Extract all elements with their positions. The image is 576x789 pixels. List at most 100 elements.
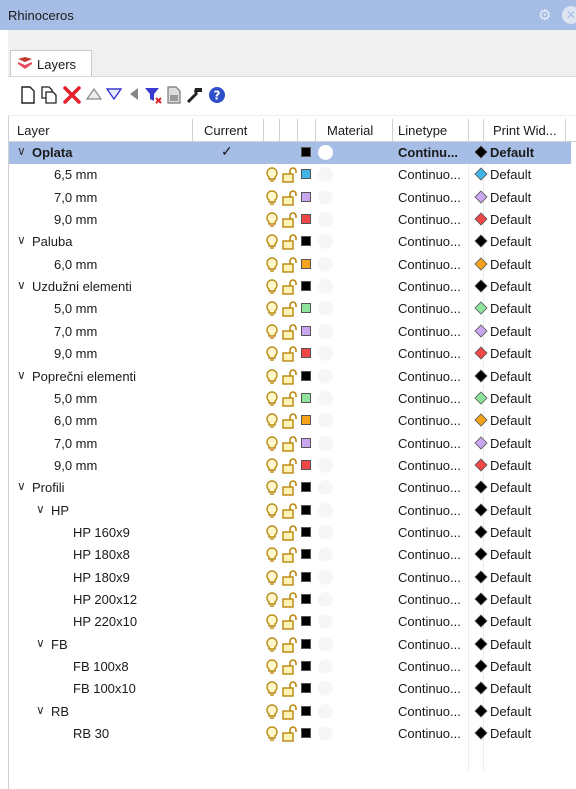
- lightbulb-icon[interactable]: [266, 413, 278, 432]
- material-sphere-icon[interactable]: [318, 681, 333, 697]
- layer-row[interactable]: 7,0 mm Continuo... Default: [9, 433, 571, 455]
- unlock-icon[interactable]: [282, 346, 298, 365]
- layer-color-swatch[interactable]: [301, 437, 311, 448]
- material-sphere-icon[interactable]: [318, 301, 333, 317]
- lightbulb-icon[interactable]: [266, 681, 278, 700]
- print-width-cell[interactable]: Default: [490, 145, 534, 160]
- print-color-diamond-icon[interactable]: [474, 614, 488, 631]
- layer-color-swatch[interactable]: [301, 214, 311, 225]
- lightbulb-icon[interactable]: [266, 257, 278, 276]
- layer-row[interactable]: ∨ HP Continuo... Default: [9, 500, 571, 522]
- layer-color-swatch[interactable]: [301, 683, 311, 694]
- lightbulb-icon[interactable]: [266, 547, 278, 566]
- material-sphere-icon[interactable]: [318, 413, 333, 429]
- unlock-icon[interactable]: [282, 301, 298, 320]
- print-width-cell[interactable]: Default: [490, 212, 531, 227]
- print-color-diamond-icon[interactable]: [474, 503, 488, 520]
- unlock-icon[interactable]: [282, 189, 298, 209]
- lightbulb-icon[interactable]: [266, 592, 278, 611]
- linetype-cell[interactable]: Continuo...: [398, 257, 461, 272]
- print-width-cell[interactable]: Default: [490, 324, 531, 339]
- layer-color-swatch[interactable]: [301, 415, 311, 426]
- unlock-icon[interactable]: [282, 458, 298, 477]
- material-sphere-icon[interactable]: [318, 524, 333, 540]
- expand-chevron-icon[interactable]: ∨: [36, 636, 45, 650]
- material-sphere-icon[interactable]: [318, 592, 333, 607]
- move-up-icon[interactable]: [85, 86, 106, 106]
- material-sphere-icon[interactable]: [318, 435, 333, 451]
- lightbulb-icon[interactable]: [266, 704, 278, 723]
- unlock-icon[interactable]: [282, 167, 298, 186]
- print-width-cell[interactable]: Default: [490, 257, 531, 272]
- column-header-layer[interactable]: Layer: [17, 123, 50, 138]
- lightbulb-icon[interactable]: [266, 614, 278, 633]
- material-sphere-icon[interactable]: [318, 234, 333, 250]
- print-color-diamond-icon[interactable]: [474, 726, 488, 743]
- layer-row[interactable]: ∨ FB Continuo... Default: [9, 634, 571, 656]
- linetype-cell[interactable]: Continuo...: [398, 480, 461, 495]
- linetype-cell[interactable]: Continuo...: [398, 726, 461, 741]
- lightbulb-icon[interactable]: [266, 234, 278, 253]
- material-sphere-icon[interactable]: [318, 457, 333, 473]
- layer-color-swatch[interactable]: [301, 549, 311, 560]
- linetype-cell[interactable]: Continuo...: [398, 525, 461, 540]
- layer-color-swatch[interactable]: [301, 281, 311, 292]
- print-color-diamond-icon[interactable]: [474, 391, 488, 408]
- layer-color-swatch[interactable]: [301, 191, 311, 202]
- material-sphere-icon[interactable]: [318, 480, 333, 496]
- layer-color-swatch[interactable]: [301, 147, 311, 157]
- help-icon[interactable]: ?: [208, 86, 228, 106]
- lightbulb-icon[interactable]: [266, 212, 278, 231]
- unlock-icon[interactable]: [282, 659, 298, 678]
- print-color-diamond-icon[interactable]: [474, 212, 488, 229]
- linetype-cell[interactable]: Continuo...: [398, 346, 461, 361]
- column-header-current[interactable]: Current: [204, 123, 247, 138]
- unlock-icon[interactable]: [282, 525, 298, 544]
- layer-row[interactable]: HP 200x12 Continuo... Default: [9, 589, 571, 611]
- unlock-icon[interactable]: [282, 704, 298, 723]
- expand-chevron-icon[interactable]: ∨: [17, 144, 26, 158]
- print-width-cell[interactable]: Default: [490, 592, 531, 607]
- print-width-cell[interactable]: Default: [490, 570, 531, 585]
- unlock-icon[interactable]: [282, 681, 298, 700]
- material-sphere-icon[interactable]: [318, 569, 333, 585]
- print-width-cell[interactable]: Default: [490, 525, 531, 540]
- linetype-cell[interactable]: Continuo...: [398, 413, 461, 428]
- print-color-diamond-icon[interactable]: [474, 301, 488, 318]
- layer-color-swatch[interactable]: [301, 705, 311, 716]
- layer-row[interactable]: FB 100x10 Continuo... Default: [9, 678, 571, 700]
- print-color-diamond-icon[interactable]: [474, 704, 488, 721]
- lightbulb-icon[interactable]: [266, 189, 278, 209]
- print-color-diamond-icon[interactable]: [474, 570, 488, 587]
- linetype-cell[interactable]: Continuo...: [398, 570, 461, 585]
- layer-color-swatch[interactable]: [301, 325, 311, 336]
- print-color-diamond-icon[interactable]: [474, 167, 488, 184]
- layer-color-swatch[interactable]: [301, 169, 311, 180]
- print-width-cell[interactable]: Default: [490, 547, 531, 562]
- unlock-icon[interactable]: [282, 435, 298, 455]
- linetype-cell[interactable]: Continuo...: [398, 458, 461, 473]
- unlock-icon[interactable]: [282, 636, 298, 656]
- close-icon[interactable]: ✕: [562, 6, 576, 24]
- material-sphere-icon[interactable]: [318, 547, 333, 563]
- print-width-cell[interactable]: Default: [490, 369, 531, 384]
- linetype-cell[interactable]: Continuo...: [398, 391, 461, 406]
- layer-row[interactable]: 5,0 mm Continuo... Default: [9, 388, 571, 410]
- tab-layers[interactable]: Layers: [10, 50, 92, 76]
- material-sphere-icon[interactable]: [318, 703, 333, 719]
- layer-row[interactable]: 9,0 mm Continuo... Default: [9, 209, 571, 231]
- expand-chevron-icon[interactable]: ∨: [17, 278, 26, 292]
- material-sphere-icon[interactable]: [318, 212, 333, 228]
- layer-row[interactable]: 6,5 mm Continuo... Default: [9, 164, 571, 186]
- print-width-cell[interactable]: Default: [490, 279, 531, 294]
- unlock-icon[interactable]: [282, 547, 298, 566]
- layer-row[interactable]: 9,0 mm Continuo... Default: [9, 343, 571, 365]
- print-color-diamond-icon[interactable]: [474, 458, 488, 475]
- material-sphere-icon[interactable]: [318, 502, 333, 518]
- layer-row[interactable]: ∨ RB Continuo... Default: [9, 701, 571, 723]
- lightbulb-icon[interactable]: [266, 391, 278, 410]
- print-color-diamond-icon[interactable]: [474, 234, 488, 251]
- lightbulb-icon[interactable]: [266, 167, 278, 186]
- unlock-icon[interactable]: [282, 368, 298, 388]
- material-sphere-icon[interactable]: [318, 636, 333, 652]
